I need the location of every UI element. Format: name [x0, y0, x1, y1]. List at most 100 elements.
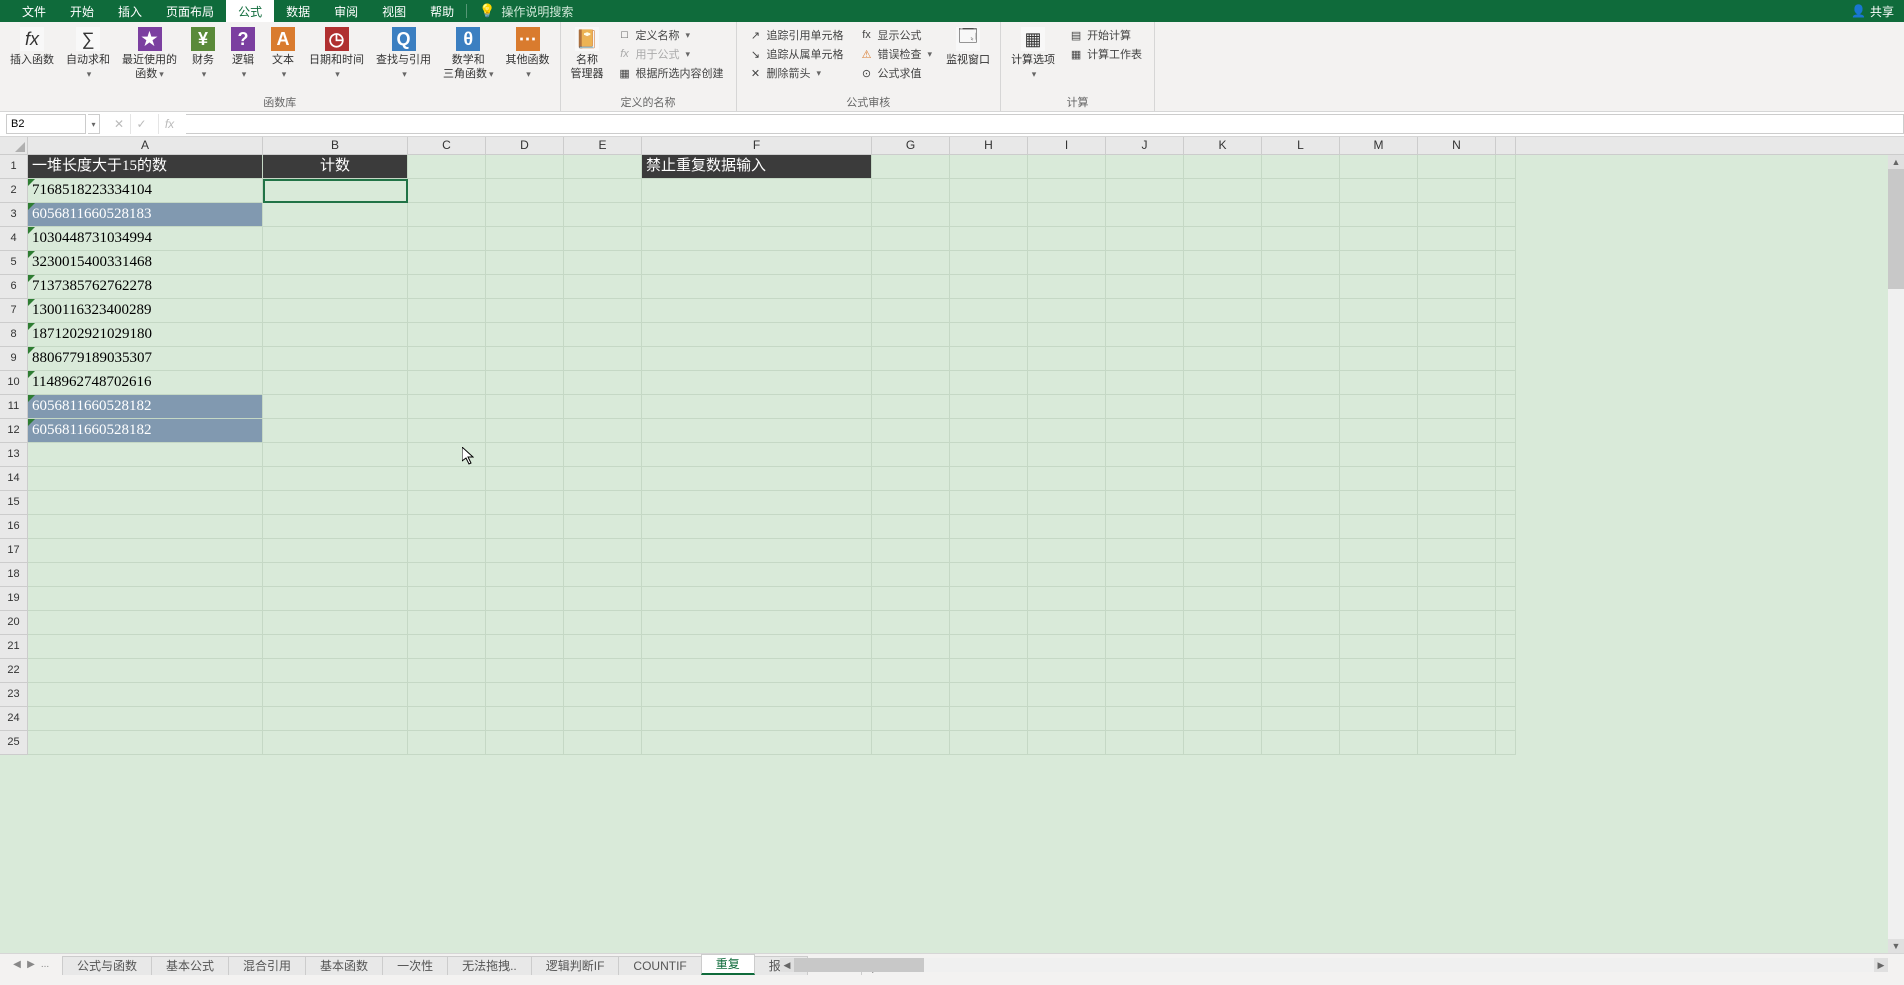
cell[interactable]	[1418, 587, 1496, 611]
cell[interactable]	[1340, 251, 1418, 275]
cell[interactable]	[1184, 587, 1262, 611]
cell[interactable]	[1496, 155, 1516, 179]
cell[interactable]	[950, 203, 1028, 227]
cell[interactable]	[1262, 323, 1340, 347]
row-header[interactable]: 3	[0, 203, 28, 227]
cell[interactable]	[486, 179, 564, 203]
cell[interactable]	[1418, 371, 1496, 395]
formula-input[interactable]	[186, 114, 1904, 134]
cell[interactable]	[1496, 251, 1516, 275]
cell[interactable]	[872, 515, 950, 539]
cell[interactable]	[642, 587, 872, 611]
cell[interactable]	[564, 443, 642, 467]
row-header[interactable]: 17	[0, 539, 28, 563]
col-header-I[interactable]: I	[1028, 137, 1106, 154]
cell[interactable]	[1418, 467, 1496, 491]
cell[interactable]	[1184, 179, 1262, 203]
cell[interactable]: 禁止重复数据输入	[642, 155, 872, 179]
cell[interactable]	[1184, 515, 1262, 539]
cell[interactable]	[263, 659, 408, 683]
cell[interactable]	[1262, 467, 1340, 491]
cell[interactable]	[1184, 443, 1262, 467]
cell[interactable]	[564, 371, 642, 395]
cell[interactable]	[1184, 395, 1262, 419]
cell[interactable]	[408, 299, 486, 323]
cell[interactable]	[1496, 563, 1516, 587]
cell[interactable]	[1262, 443, 1340, 467]
more-functions-button[interactable]: ⋯其他函数▾	[500, 24, 556, 85]
define-name-button[interactable]: □定义名称▾	[614, 26, 728, 44]
cell[interactable]	[486, 635, 564, 659]
cell[interactable]: 1148962748702616	[28, 371, 263, 395]
text-button[interactable]: A文本▾	[263, 24, 303, 85]
cell[interactable]	[950, 611, 1028, 635]
cell[interactable]	[408, 731, 486, 755]
cell[interactable]	[486, 515, 564, 539]
sheet-nav-prev[interactable]: ◀	[10, 959, 24, 970]
sheet-tab-7[interactable]: 逻辑判断IF	[531, 956, 620, 975]
tab-data[interactable]: 数据	[274, 0, 322, 22]
row-header[interactable]: 10	[0, 371, 28, 395]
row-header[interactable]: 20	[0, 611, 28, 635]
cell[interactable]	[872, 731, 950, 755]
math-trig-button[interactable]: θ数学和 三角函数▾	[437, 24, 500, 85]
cell[interactable]	[1496, 395, 1516, 419]
cell[interactable]	[1106, 299, 1184, 323]
cell[interactable]: 8806779189035307	[28, 347, 263, 371]
cell[interactable]	[564, 611, 642, 635]
cell[interactable]	[1262, 683, 1340, 707]
cell[interactable]	[1184, 227, 1262, 251]
cell[interactable]	[872, 611, 950, 635]
row-header[interactable]: 13	[0, 443, 28, 467]
cell[interactable]: 1300116323400289	[28, 299, 263, 323]
cell[interactable]	[1496, 611, 1516, 635]
cell[interactable]	[1184, 347, 1262, 371]
cell[interactable]	[950, 539, 1028, 563]
cell[interactable]	[408, 371, 486, 395]
cell[interactable]	[950, 491, 1028, 515]
cell[interactable]	[950, 707, 1028, 731]
cell[interactable]	[408, 539, 486, 563]
cell[interactable]	[1184, 683, 1262, 707]
cell[interactable]	[1418, 251, 1496, 275]
cell[interactable]	[408, 395, 486, 419]
cell[interactable]	[408, 611, 486, 635]
cell[interactable]	[408, 659, 486, 683]
cell[interactable]	[1496, 515, 1516, 539]
cell[interactable]	[564, 203, 642, 227]
cell[interactable]	[28, 491, 263, 515]
cell[interactable]	[564, 731, 642, 755]
cell[interactable]	[1028, 707, 1106, 731]
cell[interactable]	[1184, 323, 1262, 347]
cell[interactable]	[564, 275, 642, 299]
cell[interactable]	[263, 515, 408, 539]
cell[interactable]	[1496, 419, 1516, 443]
cell[interactable]	[486, 275, 564, 299]
sheet-nav-more[interactable]: ...	[38, 959, 52, 970]
cell[interactable]	[1496, 227, 1516, 251]
cell[interactable]: 1871202921029180	[28, 323, 263, 347]
cell[interactable]	[1340, 395, 1418, 419]
cell[interactable]	[872, 203, 950, 227]
cell[interactable]	[1262, 611, 1340, 635]
cell[interactable]	[564, 323, 642, 347]
cell[interactable]	[486, 227, 564, 251]
cell[interactable]	[1340, 659, 1418, 683]
cell[interactable]	[408, 515, 486, 539]
cell[interactable]	[1496, 683, 1516, 707]
create-from-selection-button[interactable]: ▦根据所选内容创建	[614, 64, 728, 82]
cell[interactable]	[1184, 419, 1262, 443]
cell[interactable]	[1028, 419, 1106, 443]
cell[interactable]	[1184, 731, 1262, 755]
cell[interactable]	[28, 635, 263, 659]
cell[interactable]	[28, 563, 263, 587]
cell[interactable]	[1262, 515, 1340, 539]
cell[interactable]	[1262, 563, 1340, 587]
cell[interactable]	[1340, 539, 1418, 563]
select-all-corner[interactable]	[0, 137, 28, 154]
watch-window-button[interactable]: 🗔监视窗口	[940, 24, 996, 70]
cell[interactable]	[564, 251, 642, 275]
cell[interactable]: 7137385762762278	[28, 275, 263, 299]
cell[interactable]	[872, 347, 950, 371]
cell[interactable]	[486, 659, 564, 683]
